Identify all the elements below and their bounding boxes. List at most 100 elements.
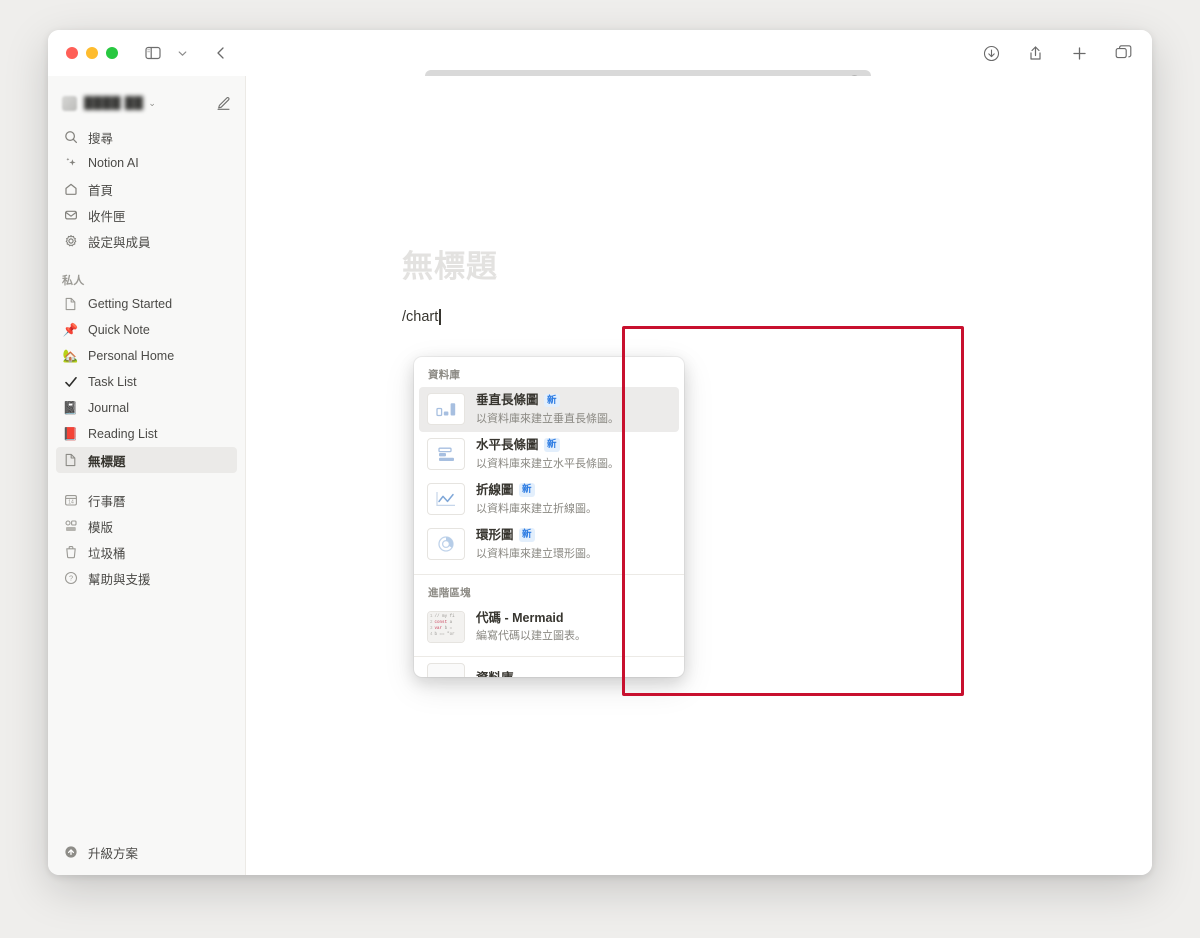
- templates-icon: [62, 519, 79, 533]
- minimize-window-button[interactable]: [86, 47, 98, 59]
- menu-item-title-row: 水平長條圖 新: [476, 437, 619, 454]
- window-traffic-lights[interactable]: [66, 47, 118, 59]
- sidebar-footer: 升級方案: [48, 839, 245, 865]
- code-mermaid-icon: 1// my fi 2 const a 3 var b = 4b == "or: [427, 610, 465, 643]
- calendar-icon: 14: [62, 493, 79, 507]
- menu-item-title-row: 折線圖 新: [476, 482, 597, 499]
- sidebar-toggle-icon[interactable]: [140, 41, 166, 65]
- menu-item-vertical-bar-chart[interactable]: 垂直長條圖 新 以資料庫來建立垂直長條圖。: [419, 387, 679, 432]
- menu-item-line-chart[interactable]: 折線圖 新 以資料庫來建立折線圖。: [419, 477, 679, 522]
- text-caret: [439, 309, 441, 326]
- menu-item-title: 環形圖: [476, 527, 514, 542]
- new-badge: 新: [543, 438, 561, 453]
- sidebar-item-trash[interactable]: 垃圾桶: [56, 539, 237, 565]
- svg-text:14: 14: [68, 499, 74, 505]
- menu-group-label-advanced: 進階區塊: [428, 586, 471, 599]
- sidebar-item-help[interactable]: ? 幫助與支援: [56, 565, 237, 591]
- typed-slash-command: /chart: [402, 309, 439, 326]
- sidebar-item-settings[interactable]: 設定與成員: [56, 228, 237, 254]
- page-title-placeholder[interactable]: 無標題: [402, 248, 962, 285]
- sidebar-item-label: Task List: [88, 375, 137, 389]
- sparkles-icon: [62, 156, 79, 170]
- menu-group-label-database: 資料庫: [428, 369, 461, 381]
- sidebar-item-label: 收件匣: [88, 209, 126, 224]
- check-emoji-icon: [62, 375, 79, 389]
- document-area: 無標題 /chart: [402, 248, 962, 327]
- sidebar-item-search[interactable]: 搜尋: [56, 124, 237, 150]
- gear-icon: [62, 234, 79, 248]
- menu-item-partial[interactable]: 資料庫: [419, 659, 679, 677]
- menu-item-texts: 環形圖 新 以資料庫來建立環形圖。: [476, 527, 597, 562]
- sidebar-item-untitled[interactable]: 無標題: [56, 447, 237, 473]
- menu-item-title: 水平長條圖: [476, 437, 539, 452]
- new-badge: 新: [543, 393, 561, 408]
- sidebar-item-templates[interactable]: 模版: [56, 513, 237, 539]
- pin-emoji-icon: 📌: [62, 322, 79, 337]
- close-window-button[interactable]: [66, 47, 78, 59]
- sidebar-item-quick-note[interactable]: 📌 Quick Note: [56, 317, 237, 343]
- sidebar-section-private: 私人: [62, 275, 85, 287]
- sidebar-item-label: 設定與成員: [88, 235, 151, 250]
- menu-item-title-row: 代碼 - Mermaid: [476, 610, 586, 627]
- sidebar-item-home[interactable]: 首頁: [56, 176, 237, 202]
- share-icon[interactable]: [1022, 41, 1048, 65]
- sidebar-item-label: Notion AI: [88, 156, 139, 170]
- upgrade-plan-button[interactable]: 升級方案: [56, 839, 237, 865]
- chevron-down-icon[interactable]: [169, 41, 195, 65]
- sidebar-item-label: Quick Note: [88, 323, 150, 337]
- line-chart-icon: [427, 483, 465, 516]
- sidebar-item-label: 無標題: [88, 454, 126, 469]
- menu-item-texts: 折線圖 新 以資料庫來建立折線圖。: [476, 482, 597, 517]
- sidebar-item-task-list[interactable]: Task List: [56, 369, 237, 395]
- maximize-window-button[interactable]: [106, 47, 118, 59]
- slash-menu-scroll[interactable]: 資料庫 垂直長條圖 新 以資料庫來建立垂直長條圖。 水平長條圖 新 以資料庫來建…: [414, 357, 684, 677]
- chevron-down-icon[interactable]: ⌄: [148, 98, 156, 109]
- upgrade-plan-label: 升級方案: [88, 846, 139, 861]
- sidebar-item-getting-started[interactable]: Getting Started: [56, 291, 237, 317]
- screenshot-root: N notion.so 🔒 …: [0, 0, 1200, 938]
- sidebar-item-label: Getting Started: [88, 297, 173, 311]
- workspace-switcher[interactable]: ████ ██ ⌄: [56, 88, 237, 118]
- menu-item-texts: 代碼 - Mermaid 編寫代碼以建立圖表。: [476, 610, 586, 645]
- slash-command-menu[interactable]: 資料庫 垂直長條圖 新 以資料庫來建立垂直長條圖。 水平長條圖 新 以資料庫來建…: [414, 357, 684, 677]
- code-thumb-lines: 1// my fi 2 const a 3 var b = 4b == "or: [428, 611, 464, 642]
- page-icon: [62, 453, 79, 467]
- donut-chart-icon: [427, 528, 465, 561]
- sidebar-item-calendar[interactable]: 14 行事曆: [56, 487, 237, 513]
- sidebar-item-notion-ai[interactable]: Notion AI: [56, 150, 237, 176]
- tab-overview-icon[interactable]: [1110, 41, 1136, 65]
- sidebar-item-label: Reading List: [88, 427, 158, 441]
- menu-item-title: 垂直長條圖: [476, 393, 539, 407]
- menu-item-horizontal-bar-chart[interactable]: 水平長條圖 新 以資料庫來建立水平長條圖。: [419, 432, 679, 477]
- menu-item-description: 以資料庫來建立折線圖。: [476, 502, 597, 515]
- menu-item-description: 以資料庫來建立環形圖。: [476, 547, 597, 560]
- downloads-icon[interactable]: [978, 41, 1004, 65]
- page-icon: [62, 297, 79, 311]
- compose-icon[interactable]: [216, 96, 231, 111]
- editor-line[interactable]: /chart: [402, 307, 962, 327]
- sidebar-item-inbox[interactable]: 收件匣: [56, 202, 237, 228]
- house-emoji-icon: 🏡: [62, 348, 79, 363]
- menu-item-description: 編寫代碼以建立圖表。: [476, 630, 586, 643]
- menu-item-donut-chart[interactable]: 環形圖 新 以資料庫來建立環形圖。: [419, 522, 679, 567]
- workspace-name: ████ ██: [84, 96, 144, 110]
- sidebar-item-journal[interactable]: 📓 Journal: [56, 395, 237, 421]
- back-navigation-icon[interactable]: [208, 41, 234, 65]
- browser-titlebar: N notion.so 🔒 …: [48, 30, 1152, 95]
- menu-item-texts: 垂直長條圖 新 以資料庫來建立垂直長條圖。: [476, 392, 619, 427]
- new-tab-icon[interactable]: [1066, 41, 1092, 65]
- sidebar-item-label: 垃圾桶: [88, 546, 126, 561]
- menu-item-title: 代碼 - Mermaid: [476, 610, 564, 625]
- vertical-bar-chart-icon: [427, 393, 465, 426]
- home-icon: [62, 182, 79, 196]
- sidebar-item-label: 首頁: [88, 183, 114, 198]
- sidebar-item-reading-list[interactable]: 📕 Reading List: [56, 421, 237, 447]
- menu-item-code-mermaid[interactable]: 1// my fi 2 const a 3 var b = 4b == "or 代碼…: [419, 605, 679, 650]
- sidebar-item-label: 行事曆: [88, 494, 126, 509]
- sidebar-item-personal-home[interactable]: 🏡 Personal Home: [56, 343, 237, 369]
- sidebar-item-label: Journal: [88, 401, 129, 415]
- horizontal-bar-chart-icon: [427, 438, 465, 471]
- sidebar-item-label: Personal Home: [88, 349, 175, 363]
